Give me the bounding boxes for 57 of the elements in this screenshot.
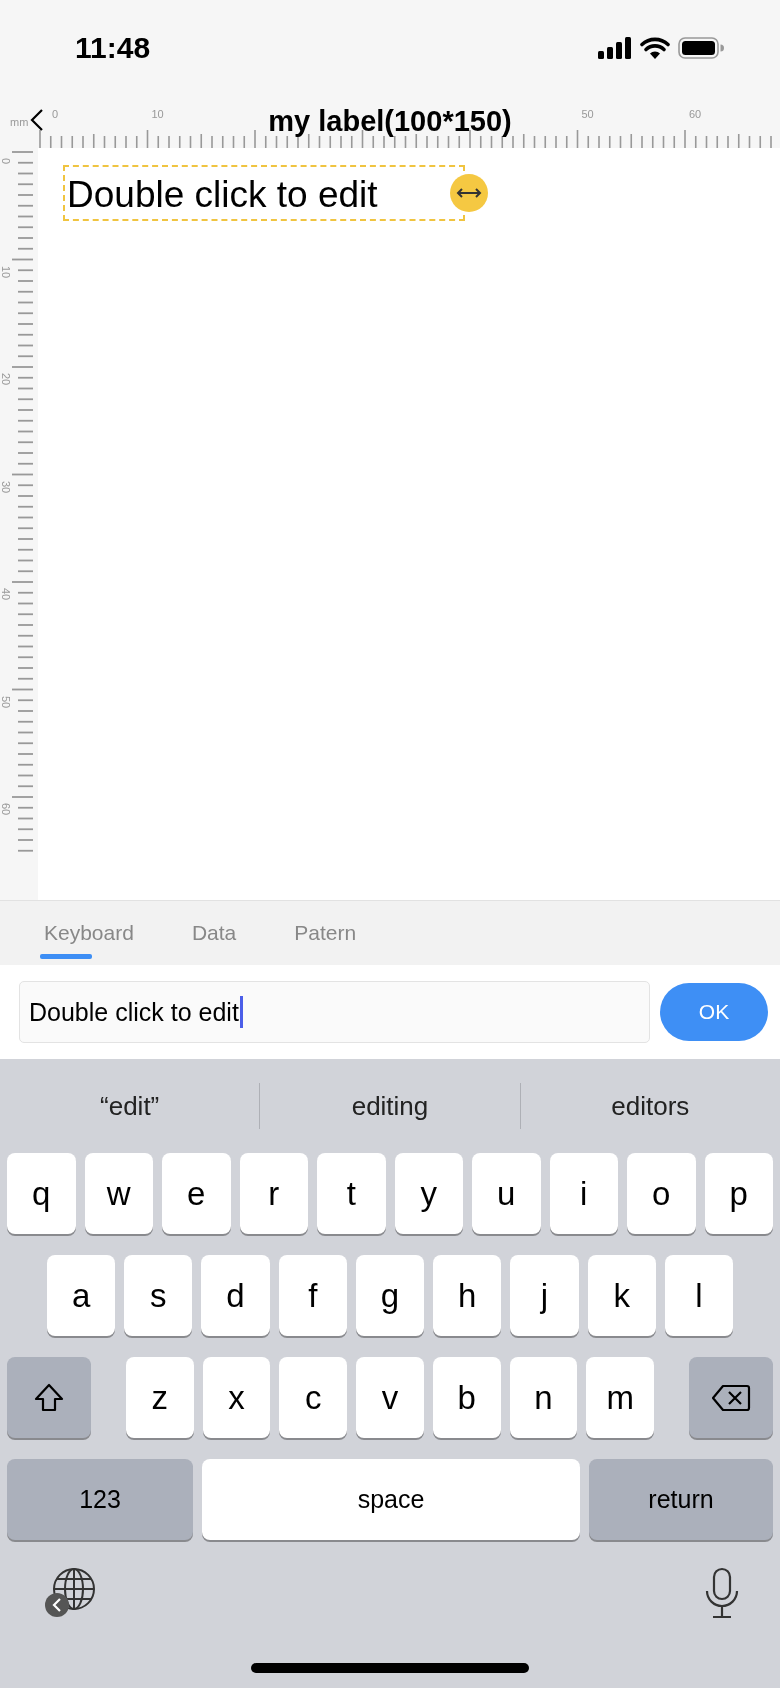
word-suggestion[interactable]: editing bbox=[260, 1076, 520, 1136]
letter-key[interactable]: e bbox=[162, 1153, 231, 1234]
word-suggestion[interactable]: “edit” bbox=[0, 1076, 260, 1136]
back-icon[interactable] bbox=[30, 108, 44, 132]
label-title: my label(100*150) bbox=[268, 104, 512, 138]
letter-key[interactable]: o bbox=[627, 1153, 696, 1234]
letter-key[interactable]: f bbox=[278, 1255, 347, 1336]
letter-key[interactable]: g bbox=[355, 1255, 425, 1336]
battery-icon bbox=[678, 37, 724, 59]
ruler-label: 20 bbox=[0, 373, 12, 386]
letter-key[interactable]: i bbox=[549, 1153, 618, 1234]
resize-handle-icon[interactable] bbox=[450, 174, 488, 212]
microphone-icon[interactable] bbox=[704, 1567, 740, 1619]
ruler-label: 60 bbox=[689, 108, 702, 120]
letter-key[interactable]: p bbox=[704, 1153, 773, 1234]
letter-key[interactable]: j bbox=[510, 1255, 579, 1336]
shift-icon bbox=[33, 1382, 65, 1413]
ruler-label: 60 bbox=[0, 803, 12, 816]
delete-icon bbox=[711, 1383, 752, 1412]
wifi-icon bbox=[640, 37, 670, 59]
return-key[interactable]: return bbox=[589, 1459, 773, 1540]
letter-key[interactable]: m bbox=[586, 1357, 655, 1438]
letter-key[interactable]: b bbox=[432, 1357, 501, 1438]
ruler-label: 0 bbox=[52, 108, 59, 120]
ruler-label: 10 bbox=[0, 265, 12, 278]
letter-key[interactable]: u bbox=[472, 1153, 541, 1234]
signal-icon bbox=[598, 37, 632, 59]
letter-key[interactable]: v bbox=[356, 1357, 424, 1438]
letter-key[interactable]: z bbox=[126, 1357, 194, 1438]
letter-key[interactable]: a bbox=[47, 1255, 116, 1336]
letter-key[interactable]: h bbox=[433, 1255, 502, 1336]
letter-key[interactable]: l bbox=[664, 1255, 733, 1336]
letter-key[interactable]: c bbox=[279, 1357, 348, 1438]
letter-key[interactable]: q bbox=[7, 1153, 76, 1234]
ruler-unit: mm bbox=[10, 116, 29, 128]
status-time: 11:48 bbox=[75, 31, 151, 65]
letter-key[interactable]: d bbox=[201, 1255, 270, 1336]
numbers-key[interactable]: 123 bbox=[7, 1459, 193, 1540]
letter-key[interactable]: y bbox=[394, 1153, 463, 1234]
letter-key[interactable]: r bbox=[239, 1153, 308, 1234]
delete-key[interactable] bbox=[689, 1357, 774, 1438]
word-suggestion[interactable]: editors bbox=[520, 1076, 780, 1136]
letter-key[interactable]: s bbox=[124, 1255, 193, 1336]
shift-key[interactable] bbox=[7, 1357, 91, 1438]
text-input-field[interactable]: Double click to edit bbox=[19, 981, 650, 1043]
letter-key[interactable]: x bbox=[202, 1357, 271, 1438]
ruler-label: 10 bbox=[151, 108, 164, 120]
ruler-label: 40 bbox=[0, 588, 12, 601]
letter-key[interactable]: n bbox=[509, 1357, 578, 1438]
ruler-label: 30 bbox=[0, 480, 12, 493]
letter-key[interactable]: k bbox=[587, 1255, 656, 1336]
space-key[interactable]: space bbox=[202, 1459, 580, 1540]
ruler-label: 0 bbox=[0, 158, 12, 165]
letter-key[interactable]: t bbox=[317, 1153, 386, 1234]
ruler-label: 50 bbox=[0, 695, 12, 708]
ruler-label: 50 bbox=[581, 108, 594, 120]
letter-key[interactable]: w bbox=[84, 1153, 153, 1234]
